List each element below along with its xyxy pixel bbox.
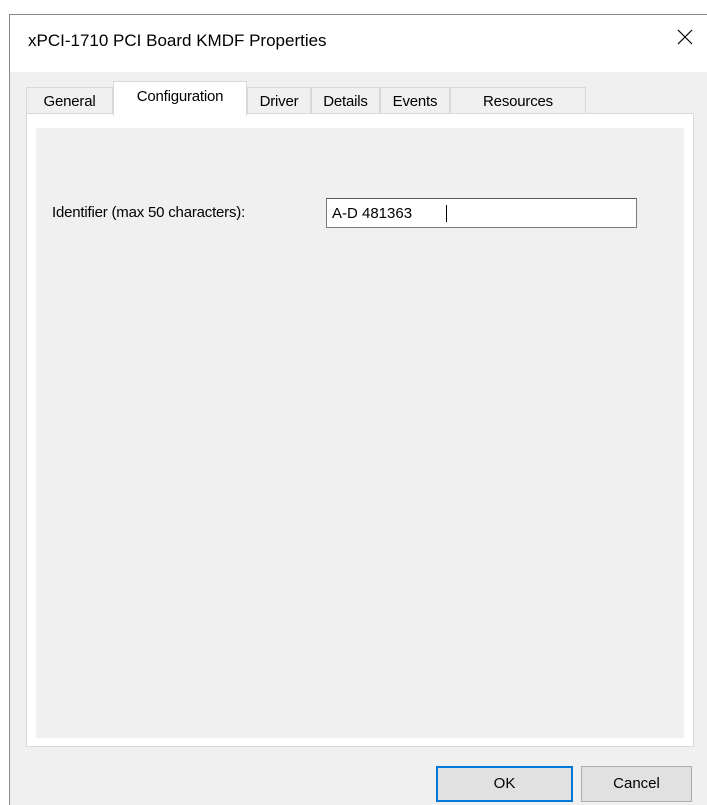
tab-driver[interactable]: Driver: [247, 87, 311, 113]
identifier-label: Identifier (max 50 characters):: [52, 204, 246, 221]
identifier-input[interactable]: [326, 198, 637, 228]
tab-label: Resources: [483, 93, 553, 110]
close-button[interactable]: [661, 15, 707, 59]
tab-label: General: [43, 93, 96, 110]
close-icon: [677, 29, 693, 45]
cancel-button-label: Cancel: [613, 775, 660, 792]
tab-events[interactable]: Events: [380, 87, 450, 113]
tab-resources[interactable]: Resources: [450, 87, 586, 113]
properties-dialog: xPCI-1710 PCI Board KMDF Properties Gene…: [9, 14, 707, 805]
tab-label: Events: [392, 93, 438, 110]
tab-label: Driver: [259, 93, 299, 110]
ok-button-label: OK: [493, 775, 516, 792]
tab-general[interactable]: General: [26, 87, 113, 113]
tab-configuration[interactable]: Configuration: [113, 81, 247, 116]
tab-details[interactable]: Details: [311, 87, 380, 113]
text-caret: [446, 205, 447, 222]
tab-label: Details: [323, 93, 368, 110]
window-title: xPCI-1710 PCI Board KMDF Properties: [28, 31, 327, 50]
cancel-button[interactable]: Cancel: [581, 766, 692, 802]
title-bar: xPCI-1710 PCI Board KMDF Properties: [10, 15, 707, 72]
tab-label: Configuration: [136, 88, 224, 105]
ok-button[interactable]: OK: [436, 766, 573, 802]
